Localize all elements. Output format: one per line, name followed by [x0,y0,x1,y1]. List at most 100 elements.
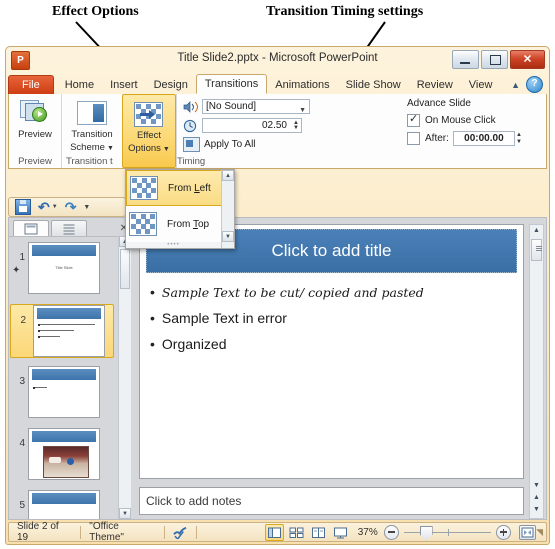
zoom-slider[interactable] [403,525,492,541]
window-resize-grip[interactable]: ◥ [536,527,543,538]
tab-slide-show[interactable]: Slide Show [338,76,409,94]
transition-scheme-icon [77,98,107,128]
bullet-item[interactable]: • Sample Text in error [150,311,513,326]
thumbnail-row[interactable]: 4 [9,428,131,482]
thumbnail-row[interactable]: 5 [9,490,131,519]
spinner-down-icon[interactable]: ▼ [293,125,299,131]
bullet-marker: • [150,284,155,300]
scroll-down-button[interactable]: ▼ [530,480,543,492]
next-slide-button[interactable]: ▼ [530,504,543,516]
save-icon[interactable] [15,199,31,215]
bullet-item[interactable]: • Organized [150,337,513,352]
thumbnail-slide-5[interactable] [28,490,100,519]
on-mouse-click-checkbox[interactable] [407,112,420,127]
after-time-input[interactable]: 00:00.00 ▲ ▼ [452,130,522,146]
advance-slide-label: Advance Slide [407,98,471,109]
tab-animations[interactable]: Animations [267,76,337,94]
slides-panel-scrollbar[interactable]: ▲ ▼ [118,236,131,519]
tab-file[interactable]: File [8,75,54,94]
tab-home[interactable]: Home [57,76,102,94]
thumbnail-row[interactable]: 3 [9,366,131,420]
zoom-in-button[interactable] [496,524,512,540]
notes-pane[interactable]: Click to add notes [139,487,524,515]
scroll-down-button[interactable]: ▼ [119,508,131,519]
group-label-timing: Timing [177,156,206,167]
maximize-button[interactable] [481,50,508,69]
slides-tab[interactable] [13,220,49,236]
powerpoint-window: P Title Slide2.pptx - Microsoft PowerPoi… [5,46,550,545]
scrollbar-thumb[interactable] [120,249,130,289]
after-row[interactable]: After: 00:00.00 ▲ ▼ [407,130,549,146]
ribbon-group-timing: [No Sound] ▼ 02.50 ▲ ▼ Apply To All Adva… [177,94,549,168]
customize-qat-icon[interactable]: ▼ [83,204,90,211]
dropdown-resize-grip[interactable]: •••• [126,242,221,248]
slide-show-button[interactable] [331,524,350,541]
slide-area-scrollbar[interactable]: ▲ ▼ ▲ ▼ [529,224,544,519]
redo-icon[interactable]: ↷ [65,200,77,214]
chevron-down-icon[interactable]: ▼ [163,146,170,153]
scroll-up-button[interactable]: ▲ [222,170,234,181]
tab-transitions[interactable]: Transitions [195,74,268,94]
body-placeholder[interactable]: • Sample Text to be cut/ copied and past… [150,279,513,472]
thumbnail-slide-3[interactable] [28,366,100,418]
scrollbar-thumb[interactable] [531,239,542,261]
normal-view-button[interactable] [264,523,284,541]
close-button[interactable]: ✕ [510,50,545,69]
effect-option-from-top[interactable]: From Top [126,206,234,242]
slide-edit-area: Click to add title • Sample Text to be c… [131,218,546,519]
preview-icon [20,98,50,128]
slide-thumbnail-list[interactable]: 1 Title Slide 2 ✦ 3 4 5 [9,237,131,519]
effect-options-label-1: Effect [136,130,162,141]
effect-options-label-2: Options [128,142,161,154]
group-label-transition: Transition t [66,156,113,167]
help-icon[interactable]: ? [526,76,543,93]
transition-sound-value: [No Sound] [206,101,257,112]
from-top-icon [129,212,157,236]
zoom-slider-thumb[interactable] [419,525,433,541]
thumbnail-number: 5 [19,500,25,511]
thumbnail-row-selected[interactable]: 2 ✦ [10,265,114,358]
spell-check-icon[interactable] [172,526,188,540]
scroll-down-button[interactable]: ▼ [222,231,234,242]
thumbnail-slide-4[interactable] [28,428,100,480]
after-checkbox[interactable] [407,131,420,145]
minimize-button[interactable] [452,50,479,69]
previous-slide-button[interactable]: ▲ [530,492,543,504]
thumbnail-slide-1[interactable]: Title Slide [28,242,100,294]
tab-insert[interactable]: Insert [102,76,146,94]
slides-panel-tabs: ✕ [9,218,131,237]
transition-duration-row: 02.50 ▲ ▼ [183,117,395,134]
effect-option-from-left[interactable]: From Left [126,170,234,206]
transition-duration-input[interactable]: 02.50 ▲ ▼ [202,118,302,133]
close-icon: ✕ [522,53,533,65]
slide-sorter-button[interactable] [287,524,306,541]
thumbnail-slide-2[interactable] [33,305,105,357]
preview-button[interactable]: Preview [9,94,61,141]
on-mouse-click-row[interactable]: On Mouse Click [407,112,549,128]
thumbnail-row[interactable]: 1 Title Slide [9,242,131,296]
ribbon-group-transition: Transition Scheme ▼ Effect Options ▼ Tra… [62,94,177,168]
spinner-down-icon[interactable]: ▼ [516,139,522,145]
transition-sound-select[interactable]: [No Sound] ▼ [202,99,310,114]
minimize-ribbon-icon[interactable]: ▲ [511,80,520,90]
chevron-down-icon[interactable]: ▼ [107,145,114,152]
spinner-up-icon[interactable]: ▲ [516,132,522,138]
bullet-text: Organized [161,336,227,352]
bullet-item[interactable]: • Sample Text to be cut/ copied and past… [150,285,513,300]
from-top-label-pre: From [167,218,193,230]
group-label-preview: Preview [18,156,52,167]
effect-options-dropdown[interactable]: From Left From Top ▲ ▼ •••• [125,169,235,249]
slide-canvas[interactable]: Click to add title • Sample Text to be c… [139,224,524,479]
effect-dropdown-scrollbar[interactable]: ▲ ▼ [221,170,234,248]
scroll-up-button[interactable]: ▲ [530,225,543,237]
fit-slide-to-window-button[interactable] [519,524,537,540]
tab-design[interactable]: Design [146,76,196,94]
outline-tab[interactable] [51,220,87,236]
undo-dropdown-icon[interactable]: ▼ [52,204,58,210]
undo-icon[interactable]: ↶ [38,200,50,214]
apply-to-all-button[interactable]: Apply To All [183,137,256,152]
tab-review[interactable]: Review [409,76,461,94]
reading-view-button[interactable] [309,524,328,541]
tab-view[interactable]: View [461,76,501,94]
zoom-out-button[interactable] [383,524,399,540]
